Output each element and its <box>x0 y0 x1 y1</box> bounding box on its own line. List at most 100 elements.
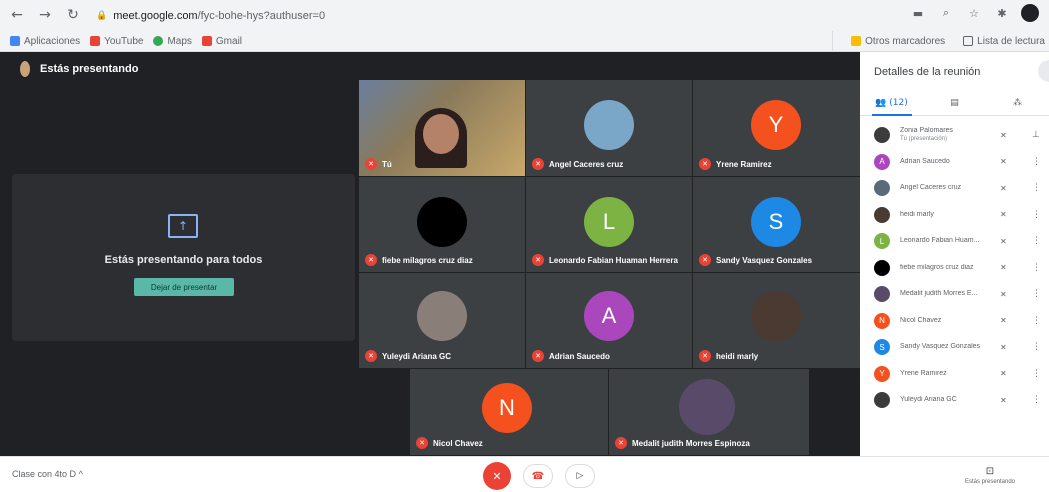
mic-off-icon: ✕ <box>365 158 377 170</box>
participant-tile[interactable]: ✕ fiebe milagros cruz diaz <box>359 177 525 272</box>
participant-photo <box>751 291 801 341</box>
more-vert-icon[interactable]: ⋮ <box>1032 183 1041 193</box>
mic-toggle-button[interactable]: ✕ <box>483 462 511 490</box>
more-vert-icon[interactable]: ⋮ <box>1032 236 1041 246</box>
participant-tile[interactable]: ✕ Angel Caceres cruz <box>526 80 692 176</box>
reading-list[interactable]: Lista de lectura <box>963 36 1045 47</box>
participant-tile[interactable]: L ✕ Leonardo Fabian Huaman Herrera <box>526 177 692 272</box>
mic-off-icon: ✕ <box>1000 369 1007 379</box>
participant-tile[interactable]: S ✕ Sandy Vasquez Gonzales <box>693 177 860 272</box>
tab-activities[interactable]: ⁂ <box>986 98 1049 108</box>
participant-row[interactable]: N Nicol Chavez ✕ ⋮ <box>860 308 1049 335</box>
more-vert-icon[interactable]: ⋮ <box>1032 342 1041 352</box>
participant-tile[interactable]: ✕ Tú <box>359 80 525 176</box>
presenting-status[interactable]: ⊡ Estás presentando <box>950 461 1030 485</box>
tab-chat[interactable]: ▤ <box>923 98 986 108</box>
tab-underline <box>872 114 912 116</box>
participant-tile[interactable]: ✕ Yuleydi Ariana GC <box>359 273 525 368</box>
participant-tile[interactable]: A ✕ Adrian Saucedo <box>526 273 692 368</box>
more-vert-icon[interactable]: ⋮ <box>1032 263 1041 273</box>
mic-off-icon: ✕ <box>532 158 544 170</box>
participant-avatar <box>874 392 890 409</box>
participant-tile[interactable]: ✕ Medalit judith Morres Espinoza <box>609 369 809 455</box>
presenter-avatar <box>20 61 30 77</box>
mic-off-icon: ✕ <box>699 350 711 362</box>
participants-list: Zonia Palomares Tú (presentación) ✕ ⊥ A Adria… <box>860 122 1049 414</box>
bookmark-maps[interactable]: Maps <box>153 36 192 47</box>
mic-off-icon: ✕ <box>1000 263 1007 273</box>
gmail-icon <box>201 36 212 46</box>
camera-toggle-button[interactable]: ▷ <box>565 464 595 488</box>
more-vert-icon[interactable]: ⋮ <box>1032 289 1041 299</box>
participant-avatar: A <box>874 153 890 170</box>
mic-off-icon: ✕ <box>1000 289 1007 299</box>
camera-blocked-icon[interactable]: ▬ <box>909 4 927 22</box>
address-bar[interactable]: 🔒 meet.google.com /fyc-bohe-hys?authuser… <box>96 6 866 26</box>
participant-row[interactable]: heidi marly ✕ ⋮ <box>860 202 1049 229</box>
present-card: ↑ Estás presentando para todos Dejar de … <box>12 174 355 341</box>
participant-avatar: S <box>751 197 801 247</box>
tab-people[interactable]: 👥 (12) <box>860 98 923 108</box>
participant-tile[interactable]: N ✕ Nicol Chavez <box>410 369 608 455</box>
participant-row[interactable]: Zonia Palomares Tú (presentación) ✕ ⊥ <box>860 122 1049 149</box>
participant-row[interactable]: Angel Caceres cruz ✕ ⋮ <box>860 175 1049 202</box>
mic-off-icon: ✕ <box>1000 236 1007 246</box>
participant-tile[interactable]: ✕ heidi marly <box>693 273 860 368</box>
more-vert-icon[interactable]: ⋮ <box>1032 369 1041 379</box>
more-vert-icon[interactable]: ⋮ <box>1032 157 1041 167</box>
zoom-icon[interactable]: ⌕ <box>937 4 955 22</box>
participant-photo <box>679 379 735 435</box>
url-domain: meet.google.com <box>113 10 198 22</box>
star-icon[interactable]: ☆ <box>965 4 983 22</box>
participant-name: Adrian Saucedo <box>900 157 950 165</box>
back-icon[interactable]: ← <box>6 4 28 26</box>
participant-avatar <box>874 206 890 223</box>
extensions-icon[interactable]: ✱ <box>993 4 1011 22</box>
participant-subtitle: Tú (presentación) <box>900 136 948 143</box>
bookmarks-right: Otros marcadores Lista de lectura <box>832 31 1049 51</box>
participant-avatar: A <box>584 291 634 341</box>
apps-grid-icon <box>10 36 20 46</box>
reading-list-icon <box>963 36 974 46</box>
stop-presenting-button[interactable]: Dejar de presentar <box>134 278 234 296</box>
reload-icon[interactable]: ↻ <box>62 4 84 26</box>
pin-icon[interactable]: ⊥ <box>1032 130 1040 140</box>
participant-row[interactable]: Y Yrene Ramirez ✕ ⋮ <box>860 361 1049 388</box>
participant-photo <box>417 291 467 341</box>
more-vert-icon[interactable]: ⋮ <box>1032 395 1041 405</box>
participant-avatar <box>874 127 890 144</box>
participant-row[interactable]: A Adrian Saucedo ✕ ⋮ <box>860 149 1049 176</box>
hangup-button[interactable]: ☎ <box>523 464 553 488</box>
participant-name: Medalit judith Morres E... <box>900 290 978 298</box>
profile-avatar[interactable] <box>1021 4 1039 22</box>
mic-off-icon: ✕ <box>1000 210 1007 220</box>
bookmark-gmail[interactable]: Gmail <box>201 36 242 47</box>
participant-row[interactable]: Medalit judith Morres E... ✕ ⋮ <box>860 281 1049 308</box>
maps-pin-icon <box>153 36 164 46</box>
close-panel-button[interactable] <box>1038 60 1049 82</box>
panel-tabs: 👥 (12) ▤ ⁂ <box>860 90 1049 116</box>
lock-icon: 🔒 <box>96 11 108 21</box>
mic-off-icon: ✕ <box>365 350 377 362</box>
mic-off-icon: ✕ <box>1000 157 1007 167</box>
more-vert-icon[interactable]: ⋮ <box>1032 210 1041 220</box>
participant-name: Sandy Vasquez Gonzales <box>900 343 981 351</box>
presenting-bar: Estás presentando <box>20 60 138 78</box>
bookmark-youtube[interactable]: YouTube <box>90 36 143 47</box>
participant-name: Zonia Palomares Tú (presentación) <box>900 127 1000 143</box>
more-vert-icon[interactable]: ⋮ <box>1032 316 1041 326</box>
participant-row[interactable]: S Sandy Vasquez Gonzales ✕ ⋮ <box>860 334 1049 361</box>
people-icon: 👥 <box>875 97 887 108</box>
url-path: /fyc-bohe-hys?authuser=0 <box>197 10 326 22</box>
chat-icon: ▤ <box>950 97 959 108</box>
activities-icon: ⁂ <box>1013 97 1022 108</box>
other-bookmarks[interactable]: Otros marcadores <box>851 36 945 47</box>
participant-row[interactable]: Yuleydi Ariana GC ✕ ⋮ <box>860 387 1049 414</box>
participant-tile[interactable]: Y ✕ Yrene Ramirez <box>693 80 860 176</box>
mic-off-icon: ✕ <box>1000 316 1007 326</box>
participant-row[interactable]: L Leonardo Fabian Huam... ✕ ⋮ <box>860 228 1049 255</box>
meeting-name[interactable]: Clase con 4to D ^ <box>12 469 83 479</box>
participant-row[interactable]: fiebe milagros cruz diaz ✕ ⋮ <box>860 255 1049 282</box>
bookmark-apps[interactable]: Aplicaciones <box>10 36 80 47</box>
forward-icon[interactable]: → <box>34 4 56 26</box>
